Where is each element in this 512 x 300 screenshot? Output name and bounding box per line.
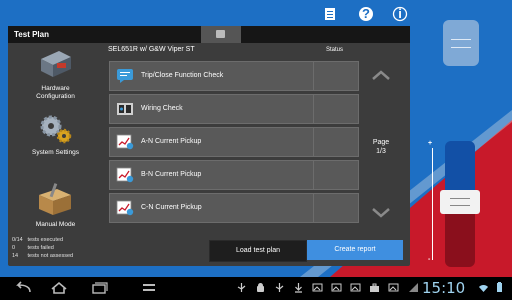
toolbox-icon: [39, 183, 71, 215]
slider-track-upper[interactable]: [445, 141, 475, 197]
test-label: A-N Current Pickup: [141, 138, 202, 145]
image-icon: [331, 283, 342, 292]
slider-thumb[interactable]: [440, 190, 480, 214]
panel-title: Test Plan: [14, 30, 49, 39]
wifi-icon: [479, 284, 488, 292]
test-label: B-N Current Pickup: [141, 171, 202, 178]
battery-icon: [497, 282, 502, 292]
test-label: Wiring Check: [141, 105, 183, 112]
test-summary: 0/14 tests executed 0 tests failed 14 te…: [8, 234, 208, 266]
device-heading: SEL651R w/ G&W Viper ST: [108, 46, 195, 53]
test-row-trip-close[interactable]: Trip/Close Function Check: [109, 61, 314, 91]
document-icon[interactable]: [322, 6, 338, 22]
briefcase-icon: [370, 283, 379, 292]
create-report-button[interactable]: Create report: [307, 240, 403, 260]
left-nav: Hardware Configuration System Settings M…: [8, 43, 103, 249]
test-label: C-N Current Pickup: [141, 204, 202, 211]
status-heading: Status: [326, 47, 344, 53]
info-icon[interactable]: i: [392, 6, 408, 22]
status-cell: [313, 127, 359, 157]
status-cell: [313, 61, 359, 91]
download-icon: [295, 283, 302, 293]
page-value: 1/3: [376, 148, 386, 155]
plus-mark: +: [428, 140, 433, 147]
back-icon[interactable]: [12, 280, 34, 296]
chevron-down-icon[interactable]: [370, 206, 392, 220]
signal-icon: [409, 283, 418, 292]
page-indicator: Page 1/3: [360, 138, 402, 156]
help-icon[interactable]: ?: [358, 6, 374, 22]
grip-icon: [450, 198, 470, 206]
chevron-up-icon[interactable]: [370, 68, 392, 82]
folder-icon: [216, 30, 225, 38]
image-icon: [312, 283, 323, 292]
status-cell: [313, 94, 359, 124]
system-navbar: 15:10: [0, 277, 512, 300]
nav-item-manual-mode[interactable]: Manual Mode: [8, 175, 103, 235]
image-icon: [388, 283, 399, 292]
gears-icon: [40, 115, 72, 144]
test-label: Trip/Close Function Check: [141, 72, 224, 79]
nav-item-hardware-configuration[interactable]: Hardware Configuration: [8, 45, 103, 105]
status-clock: 15:10: [422, 279, 466, 297]
minus-mark: -: [428, 256, 431, 263]
test-row-b-n-current-pickup[interactable]: B-N Current Pickup: [109, 160, 314, 190]
summary-executed: 0/14 tests executed: [12, 237, 63, 243]
nav-label-system-settings: System Settings: [32, 149, 79, 156]
top-slider-handle[interactable]: [443, 20, 479, 66]
nav-label-hardware-configuration: Hardware Configuration: [36, 85, 75, 100]
home-icon[interactable]: [48, 280, 70, 296]
info-glyph: i: [398, 6, 402, 21]
usb-icon: [275, 283, 284, 292]
grip-icon: [451, 39, 471, 48]
status-cell: [313, 160, 359, 190]
hardware-icon: [41, 51, 71, 77]
nav-item-system-settings[interactable]: System Settings: [8, 111, 103, 163]
summary-not-assessed: 14 tests not assessed: [12, 253, 74, 259]
recent-apps-icon[interactable]: [88, 280, 110, 296]
test-row-wiring-check[interactable]: Wiring Check: [109, 94, 314, 124]
test-row-c-n-current-pickup[interactable]: C-N Current Pickup: [109, 193, 314, 223]
pickup-icon: [116, 200, 134, 216]
summary-failed: 0 tests failed: [12, 245, 54, 251]
folder-tab[interactable]: [201, 26, 241, 43]
load-test-plan-button[interactable]: Load test plan: [209, 240, 307, 262]
android-icon: [257, 283, 264, 292]
page-label: Page: [372, 139, 390, 146]
test-plan-panel: Test Plan Hardware Configuration System …: [8, 26, 410, 266]
nav-label-manual-mode: Manual Mode: [35, 221, 76, 228]
help-glyph: ?: [362, 6, 370, 21]
usb-icon: [237, 283, 246, 292]
wiring-icon: [117, 103, 133, 115]
image-icon: [350, 283, 361, 292]
message-icon: [117, 69, 133, 83]
scale-line: [432, 148, 433, 260]
test-row-a-n-current-pickup[interactable]: A-N Current Pickup: [109, 127, 314, 157]
status-cell: [313, 193, 359, 223]
pickup-icon: [116, 134, 134, 150]
pickup-icon: [116, 167, 134, 183]
menu-icon[interactable]: [138, 280, 160, 296]
